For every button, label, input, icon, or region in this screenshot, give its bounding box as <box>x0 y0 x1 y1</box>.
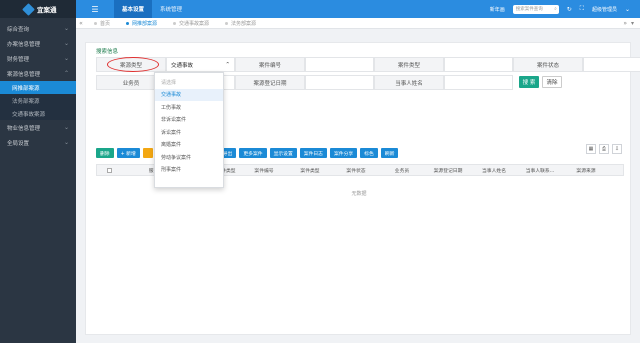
dropdown-option[interactable]: 诉讼案件 <box>155 126 223 139</box>
label-case-number: 案件编号 <box>235 57 305 72</box>
tab-scroll-left-icon[interactable]: « <box>76 20 86 27</box>
dropdown-option[interactable]: 请选择 <box>155 76 223 89</box>
column-header[interactable]: 业务员 <box>379 167 425 174</box>
toolbar-button-3[interactable] <box>142 148 153 158</box>
tab-dot-icon <box>126 21 130 25</box>
sidebar-subitem-traffic-source[interactable]: 交通事故案源 <box>0 107 76 120</box>
logo-icon <box>22 2 35 16</box>
party-name-input[interactable] <box>444 75 513 90</box>
case-source-type-select[interactable]: 交通事故 ⌃ <box>166 57 235 72</box>
user-menu[interactable]: 超级管理员 <box>592 6 617 13</box>
select-all-checkbox[interactable] <box>97 167 121 173</box>
dropdown-option[interactable]: 交通事故 <box>155 88 223 101</box>
chevron-down-icon: ⌄ <box>63 124 69 131</box>
search-row-1: 案源类型 交通事故 ⌃ 案件编号 案件类型 案件状态 <box>96 57 640 72</box>
search-button[interactable]: 搜 索 <box>519 76 539 88</box>
label-registration-date: 案源登记日期 <box>235 75 305 90</box>
chevron-up-icon: ⌃ <box>225 61 230 68</box>
tab-menu-icon[interactable]: ▾ <box>631 20 634 27</box>
chevron-down-icon: ⌄ <box>63 55 69 62</box>
sidebar-item-comprehensive-query[interactable]: 综合查询 ⌄ <box>0 21 76 36</box>
page-tab-traffic-source[interactable]: 交通事故案源 <box>165 18 217 29</box>
more-cases-button[interactable]: 更多案件 <box>239 148 267 158</box>
app-name: 宜案通 <box>37 6 57 14</box>
column-header[interactable]: 当事人联系... <box>517 167 563 174</box>
header-tab-basic-settings[interactable]: 基本设置 <box>114 0 153 18</box>
case-number-input[interactable] <box>305 57 374 72</box>
tab-dot-icon <box>94 21 97 25</box>
label-party-name: 当事人姓名 <box>374 75 444 90</box>
dropdown-option[interactable]: 非诉讼案件 <box>155 114 223 127</box>
tab-dot-icon <box>225 21 229 25</box>
tab-scroll-right-icon[interactable]: » <box>623 20 627 27</box>
chevron-down-icon[interactable]: ⌄ <box>625 6 630 13</box>
sidebar-item-case-source[interactable]: 案源信息管理 ⌃ <box>0 66 76 81</box>
dropdown-option[interactable]: 劳动争议案件 <box>155 151 223 164</box>
header-right: 新年画 搜索案件查询 ⌕ ↻ ⛶ 超级管理员 ⌄ <box>490 4 640 14</box>
page-tab-bar: « 首页 网推部案源 交通事故案源 法务部案源 » ▾ <box>76 18 640 29</box>
header-tab-system-management[interactable]: 系统管理 <box>152 0 190 18</box>
sidebar-item-finance[interactable]: 财务管理 ⌄ <box>0 51 76 66</box>
page-tab-network-source[interactable]: 网推部案源 <box>118 18 165 29</box>
column-header[interactable]: 案件编号 <box>241 167 287 174</box>
clear-button[interactable]: 清除 <box>542 76 562 88</box>
sidebar-subitem-network-source[interactable]: 网推部案源 <box>0 81 76 94</box>
column-header[interactable]: 案源来源 <box>563 167 609 174</box>
case-status-input[interactable] <box>583 57 640 72</box>
search-icon: ⌕ <box>554 6 557 12</box>
action-toolbar: 删除 + 新增 导出 更多案件 显示设置 案件日志 案件分享 标色 刷新 <box>96 148 399 158</box>
header-link[interactable]: 新年画 <box>490 6 505 13</box>
header-search-input[interactable]: 搜索案件查询 ⌕ <box>512 4 559 14</box>
dropdown-option[interactable]: 工伤事故 <box>155 101 223 114</box>
color-mark-button[interactable]: 标色 <box>360 148 378 158</box>
top-header: ☰ 基本设置 系统管理 新年画 搜索案件查询 ⌕ ↻ ⛶ 超级管理员 ⌄ <box>76 0 640 18</box>
sidebar-subitem-legal-source[interactable]: 法务部案源 <box>0 94 76 107</box>
label-case-type: 案件类型 <box>374 57 444 72</box>
chevron-up-icon: ⌃ <box>63 70 69 77</box>
sidebar-item-global-settings[interactable]: 全局设置 ⌄ <box>0 135 76 150</box>
page-tab-legal-source[interactable]: 法务部案源 <box>217 18 264 29</box>
refresh-button[interactable]: 刷新 <box>380 148 399 158</box>
fullscreen-icon[interactable]: ⛶ <box>580 5 584 13</box>
checkbox-icon <box>106 167 112 173</box>
refresh-icon[interactable]: ↻ <box>567 6 572 13</box>
delete-button[interactable]: 删除 <box>96 148 114 158</box>
dropdown-option[interactable]: 刑事案件 <box>155 164 223 177</box>
app-logo: 宜案通 <box>0 0 76 18</box>
case-type-input[interactable] <box>444 57 513 72</box>
add-button[interactable]: + 新增 <box>116 148 140 158</box>
print-icon[interactable]: ⎙ <box>599 144 609 154</box>
case-share-button[interactable]: 案件分享 <box>329 148 358 158</box>
sidebar-item-property[interactable]: 物业信息管理 ⌄ <box>0 120 76 135</box>
column-header[interactable]: 案件状态 <box>333 167 379 174</box>
column-header[interactable]: 案件类型 <box>287 167 333 174</box>
label-case-status: 案件状态 <box>513 57 583 72</box>
chevron-down-icon: ⌄ <box>63 139 69 146</box>
menu-icon[interactable]: ☰ <box>76 5 114 14</box>
table-tools: ▦ ⎙ ⇩ <box>586 144 622 154</box>
tab-dot-icon <box>173 21 177 25</box>
case-source-type-dropdown: 请选择 交通事故 工伤事故 非诉讼案件 诉讼案件 离婚案件 劳动争议案件 刑事案… <box>154 72 224 188</box>
column-header[interactable]: 案源登记日期 <box>425 167 471 174</box>
page-tab-home[interactable]: 首页 <box>86 18 118 29</box>
search-panel-title: 搜索信息 <box>96 49 119 55</box>
export-icon[interactable]: ⇩ <box>612 144 622 154</box>
dropdown-option[interactable]: 离婚案件 <box>155 139 223 152</box>
columns-icon[interactable]: ▦ <box>586 144 596 154</box>
sidebar-item-case-management[interactable]: 办案信息管理 ⌄ <box>0 36 76 51</box>
registration-date-input[interactable] <box>305 75 374 90</box>
chevron-down-icon: ⌄ <box>63 25 69 32</box>
annotation-highlight <box>107 57 159 72</box>
empty-state-text: 无数据 <box>351 191 367 197</box>
sidebar-nav: 综合查询 ⌄ 办案信息管理 ⌄ 财务管理 ⌄ 案源信息管理 ⌃ 网推部案源 法务部案源 … <box>0 18 76 150</box>
case-log-button[interactable]: 案件日志 <box>299 148 327 158</box>
display-settings-button[interactable]: 显示设置 <box>269 148 297 158</box>
tab-controls: » ▾ <box>623 20 640 27</box>
chevron-down-icon: ⌄ <box>63 40 69 47</box>
column-header[interactable]: 当事人姓名 <box>471 167 517 174</box>
sidebar: 宜案通 综合查询 ⌄ 办案信息管理 ⌄ 财务管理 ⌄ 案源信息管理 ⌃ 网推部案源 法务… <box>0 0 76 343</box>
